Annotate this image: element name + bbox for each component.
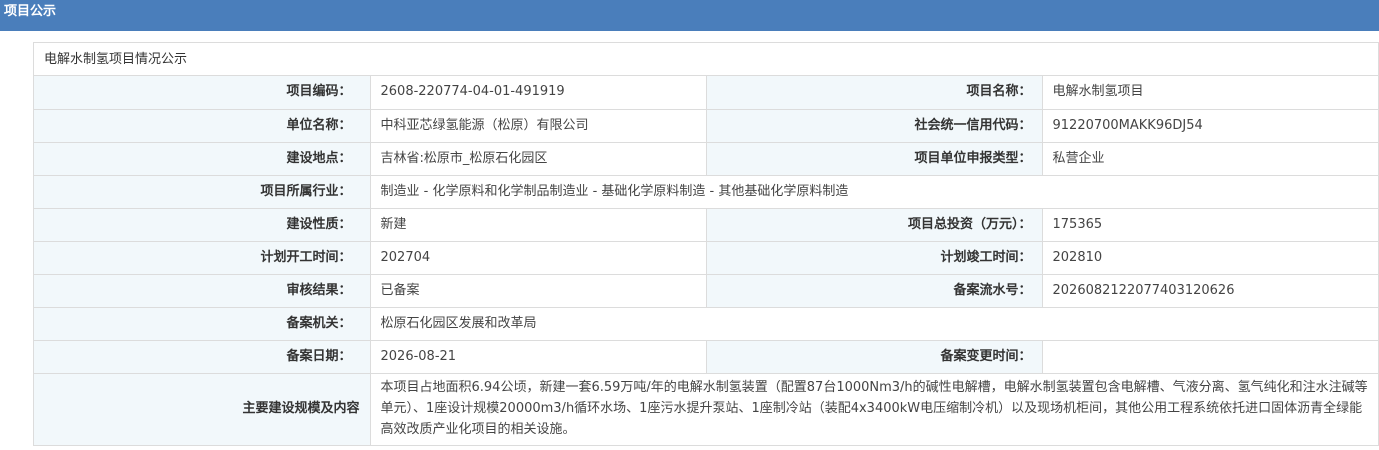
panel-title: 电解水制氢项目情况公示 (34, 43, 1378, 76)
row-label: 主要建设规模及内容 (34, 372, 371, 445)
table-row: 建设性质： 新建 项目总投资（万元）： 175365 (34, 207, 1378, 242)
table-row: 项目所属行业： 制造业 - 化学原料和化学制品制造业 - 基础化学原料制造 - … (34, 174, 1378, 209)
row-value: 私营企业 (1041, 141, 1378, 176)
row-value: 制造业 - 化学原料和化学制品制造业 - 基础化学原料制造 - 其他基础化学原料… (369, 174, 1378, 209)
row-label: 备案机关： (34, 306, 371, 341)
project-info-table: 项目编码： 2608-220774-04-01-491919 项目名称： 电解水… (34, 76, 1378, 445)
row-label: 建设性质： (34, 207, 371, 242)
table-row: 项目编码： 2608-220774-04-01-491919 项目名称： 电解水… (34, 76, 1378, 110)
row-label: 计划开工时间： (34, 240, 371, 275)
row-value (1041, 339, 1378, 374)
row-label: 项目单位申报类型： (705, 141, 1043, 176)
row-value: 2026-08-21 (369, 339, 707, 374)
table-row: 审核结果： 已备案 备案流水号： 20260821220774031​20626 (34, 273, 1378, 308)
row-label: 项目所属行业： (34, 174, 371, 209)
header-title: 项目公示 (4, 4, 57, 19)
row-label: 备案变更时间： (705, 339, 1043, 374)
row-label: 单位名称： (34, 108, 371, 143)
row-value: 松原石化园区发展和改革局 (369, 306, 1378, 341)
project-info-panel: 电解水制氢项目情况公示 项目编码： 2608-220774-04-01-4919… (33, 42, 1379, 446)
row-value: 电解水制氢项目 (1041, 76, 1378, 110)
table-row: 备案日期： 2026-08-21 备案变更时间： (34, 339, 1378, 374)
table-row: 计划开工时间： 202704 计划竣工时间： 202810 (34, 240, 1378, 275)
row-label: 备案流水号： (705, 273, 1043, 308)
row-label: 备案日期： (34, 339, 371, 374)
row-value: 175365 (1041, 207, 1378, 242)
row-value: 2608-220774-04-01-491919 (369, 76, 707, 110)
table-row: 建设地点： 吉林省:松原市_松原石化园区 项目单位申报类型： 私营企业 (34, 141, 1378, 176)
row-value: 202704 (369, 240, 707, 275)
table-row: 备案机关： 松原石化园区发展和改革局 (34, 306, 1378, 341)
row-label: 项目总投资（万元）： (705, 207, 1043, 242)
row-value: 已备案 (369, 273, 707, 308)
row-value: 吉林省:松原市_松原石化园区 (369, 141, 707, 176)
row-value: 20260821220774031​20626 (1041, 273, 1378, 308)
row-value: 91220700MAKK96DJ54 (1041, 108, 1378, 143)
row-label: 计划竣工时间： (705, 240, 1043, 275)
row-label: 项目名称： (705, 76, 1043, 110)
row-label: 审核结果： (34, 273, 371, 308)
row-value: 202810 (1041, 240, 1378, 275)
table-row: 主要建设规模及内容 本项目占地面积6.94公顷，新建一套6.59万吨/年的电解水… (34, 372, 1378, 445)
row-value: 中科亚芯绿氢能源（松原）有限公司 (369, 108, 707, 143)
row-value: 本项目占地面积6.94公顷，新建一套6.59万吨/年的电解水制氢装置（配置87台… (369, 372, 1378, 445)
row-label: 建设地点： (34, 141, 371, 176)
row-label: 项目编码： (34, 76, 371, 110)
row-label: 社会统一信用代码： (705, 108, 1043, 143)
table-row: 单位名称： 中科亚芯绿氢能源（松原）有限公司 社会统一信用代码： 9122070… (34, 108, 1378, 143)
header-bar: 项目公示 (0, 0, 1379, 31)
row-value: 新建 (369, 207, 707, 242)
